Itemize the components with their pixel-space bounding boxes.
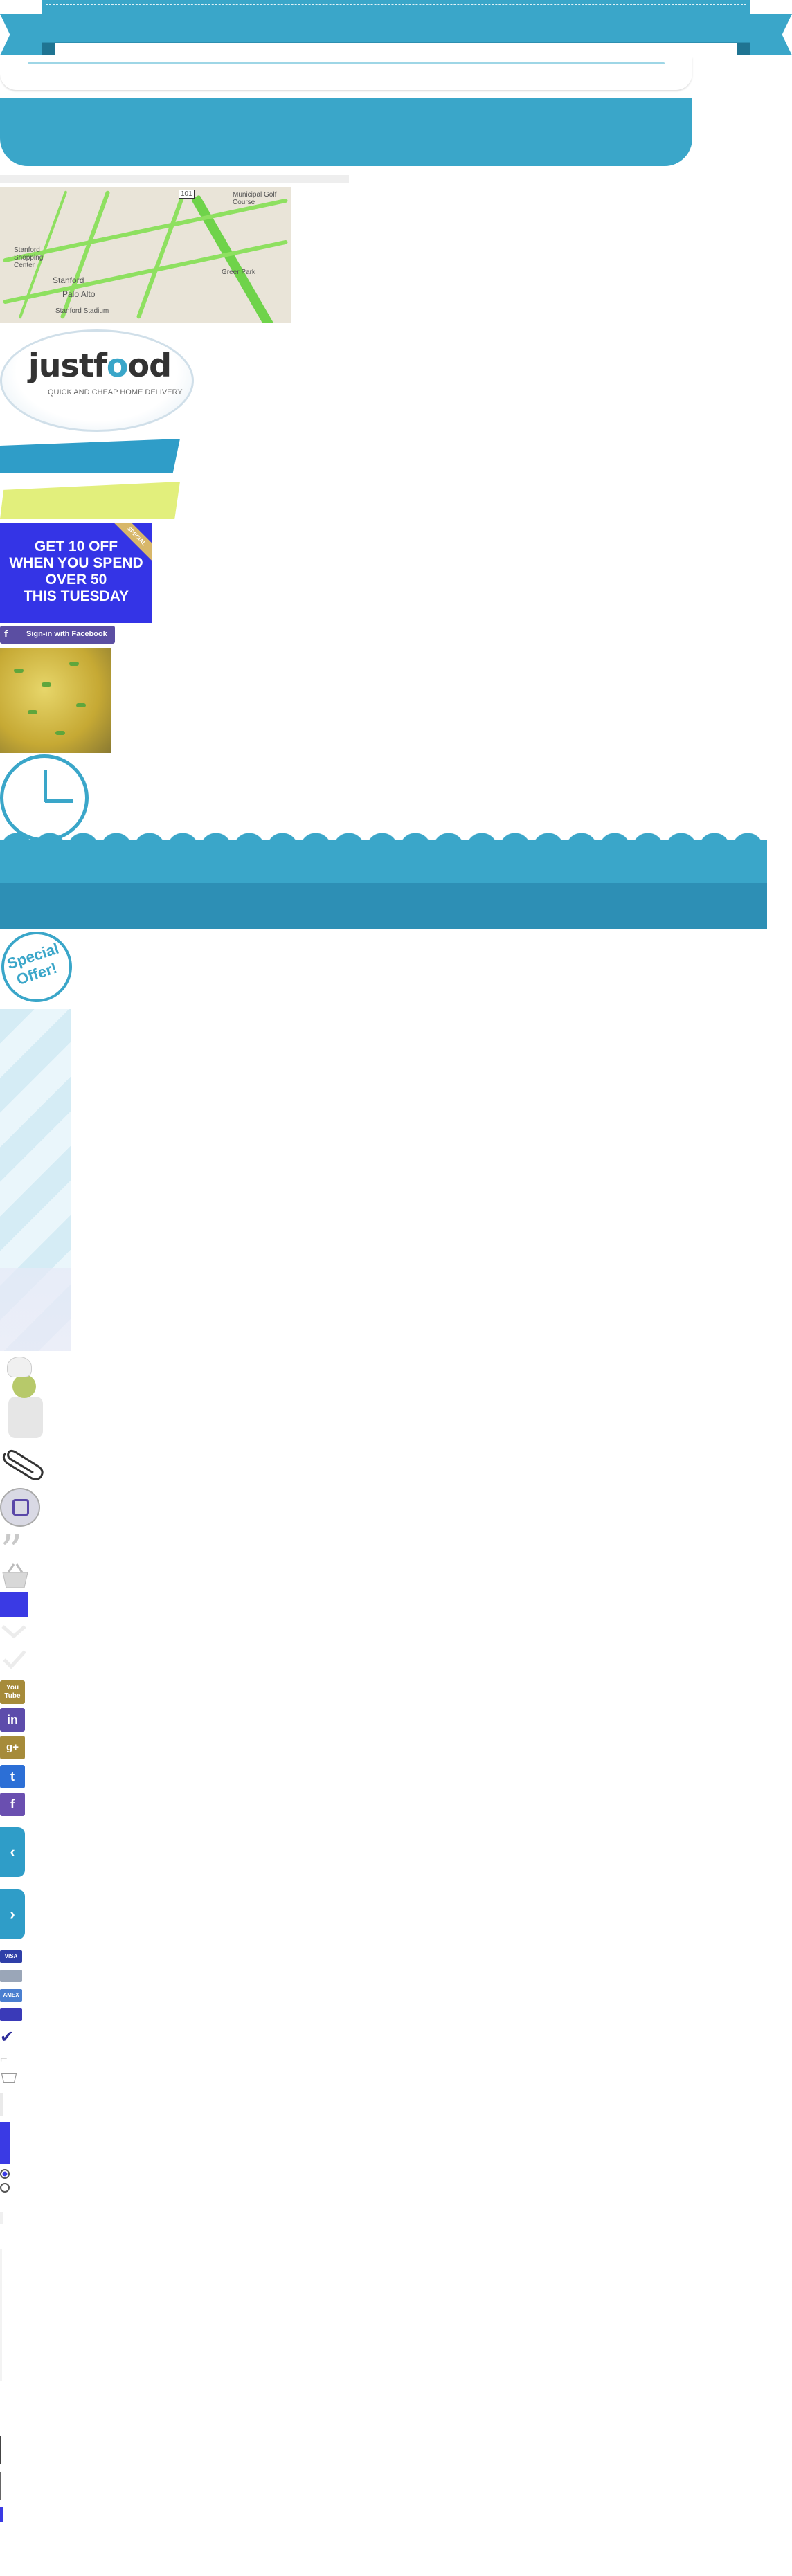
facebook-signin-button[interactable]: f Sign-in with Facebook: [0, 626, 115, 644]
pattern-background: [0, 1009, 71, 1351]
chef-illustration: [0, 1357, 60, 1442]
divider: [0, 2093, 3, 2116]
promo-line: THIS TUESDAY: [23, 588, 129, 604]
promo-line: OVER 50: [45, 572, 107, 588]
amex-card-icon: AMEX: [0, 1989, 22, 2002]
content-card: [0, 57, 692, 90]
googleplus-icon[interactable]: g+: [0, 1736, 25, 1759]
divider-strip: [0, 175, 349, 183]
basket-small-icon: [1, 2073, 17, 2083]
map-label: Greer Park: [222, 269, 255, 276]
checkbox-empty-icon[interactable]: ⌐: [0, 2049, 19, 2068]
map-label: Municipal Golf Course: [233, 191, 277, 206]
slider-prev-button[interactable]: ‹: [0, 1827, 25, 1877]
promo-banner[interactable]: SPECIAL GET 10 OFF WHEN YOU SPEND OVER 5…: [0, 523, 152, 623]
radio-unselected[interactable]: [0, 2183, 10, 2193]
radio-selected[interactable]: [0, 2169, 10, 2179]
accent-square: [0, 1592, 28, 1617]
location-map[interactable]: Municipal Golf Course Stanford Shopping …: [0, 187, 291, 323]
chevron-down-icon[interactable]: [0, 1620, 28, 1643]
card-icon: [0, 1970, 22, 1982]
highway-shield: 101: [179, 190, 195, 199]
yellow-banner-shape: [0, 482, 180, 519]
header-ribbon: [42, 0, 750, 43]
accent-bar: [0, 2507, 3, 2522]
ribbon-fold-left: [42, 42, 55, 55]
mastercard-icon: [0, 2008, 22, 2021]
clock-icon: [0, 754, 89, 842]
divider: [0, 2325, 2, 2381]
map-label: Stanford: [53, 275, 84, 285]
blue-banner-shape: [0, 439, 180, 473]
blue-banner-band: [0, 98, 692, 166]
map-label: Stanford Shopping Center: [14, 246, 44, 269]
logo-tagline: QUICK AND CHEAP HOME DELIVERY: [48, 388, 183, 397]
facebook-icon: f: [4, 628, 8, 640]
scalloped-footer-band: [0, 832, 767, 929]
promo-line: WHEN YOU SPEND: [9, 555, 143, 571]
accent-bar: [0, 2122, 10, 2164]
checkbox-checked-icon[interactable]: ✔: [0, 2028, 19, 2047]
divider: [0, 2472, 1, 2500]
quote-icon: ”: [0, 1526, 23, 1577]
pizza-image: [0, 648, 111, 753]
divider: [0, 2212, 3, 2224]
notes-icon[interactable]: [0, 1488, 40, 1527]
justfood-logo[interactable]: justfood QUICK AND CHEAP HOME DELIVERY: [0, 329, 194, 432]
slider-next-button[interactable]: ›: [0, 1889, 25, 1939]
special-offer-badge: Special Offer!: [0, 922, 82, 1012]
divider: [0, 2436, 1, 2464]
linkedin-icon[interactable]: in: [0, 1708, 25, 1732]
twitter-icon[interactable]: t: [0, 1765, 25, 1788]
youtube-icon[interactable]: You Tube: [0, 1680, 25, 1704]
facebook-icon[interactable]: f: [0, 1793, 25, 1816]
basket-icon[interactable]: [0, 1561, 30, 1589]
facebook-signin-label: Sign-in with Facebook: [26, 630, 107, 638]
promo-line: GET 10 OFF: [34, 538, 118, 554]
paperclip-icon: [2, 1449, 44, 1480]
map-label: Stanford Stadium: [55, 307, 109, 315]
map-label: Palo Alto: [62, 289, 96, 299]
check-icon: [3, 1650, 26, 1669]
ribbon-fold-right: [737, 42, 750, 55]
visa-card-icon: VISA: [0, 1950, 22, 1963]
divider: [0, 2249, 2, 2325]
